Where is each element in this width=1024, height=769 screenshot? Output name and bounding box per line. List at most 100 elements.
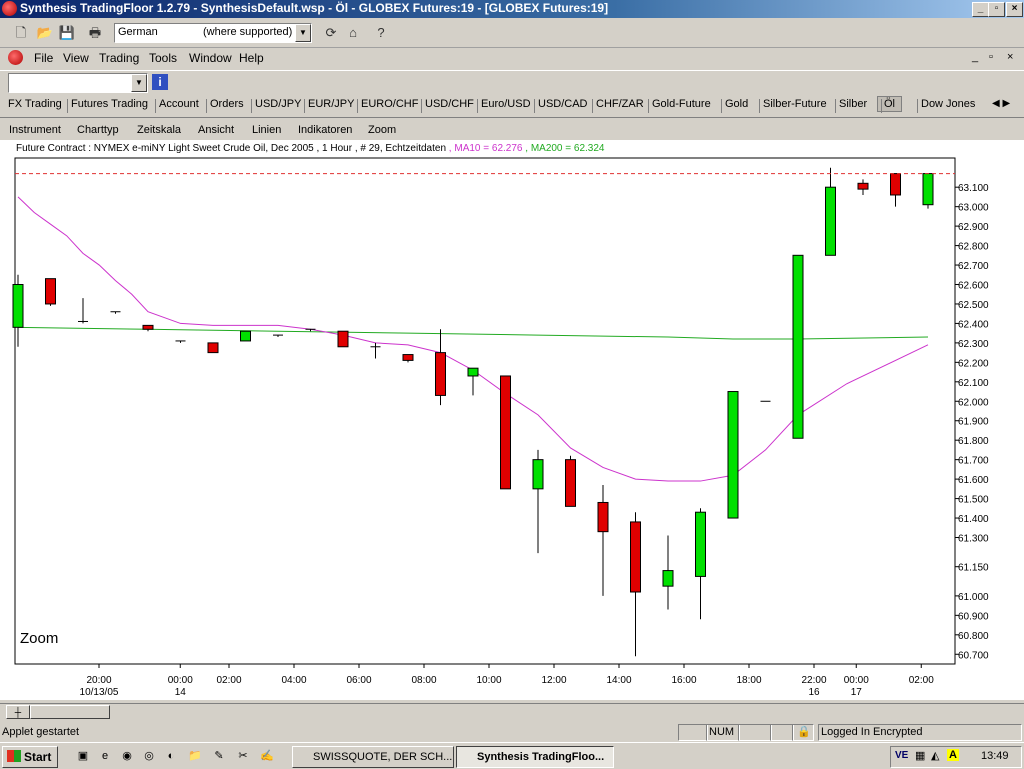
chart-menu-charttyp[interactable]: Charttyp: [77, 124, 119, 136]
candle: [890, 173, 901, 207]
home-icon[interactable]: ⌂: [344, 24, 362, 42]
tab-orders[interactable]: Orders: [210, 98, 244, 110]
info-icon[interactable]: i: [152, 74, 168, 90]
chart-menu-zeitskala[interactable]: Zeitskala: [137, 124, 181, 136]
tab-silber-future[interactable]: Silber-Future: [763, 98, 827, 110]
candle: [337, 330, 349, 348]
open-folder-icon[interactable]: 📂: [36, 24, 54, 42]
close-button[interactable]: ×: [1006, 2, 1023, 17]
chart-menu-ansicht[interactable]: Ansicht: [198, 124, 234, 136]
status-bar: Applet gestartet NUM 🔒 Logged In Encrypt…: [0, 722, 1024, 742]
ve-icon[interactable]: VE: [895, 750, 908, 761]
y-tick-label: 61.300: [958, 534, 989, 545]
mdi-close-button[interactable]: ×: [1007, 51, 1013, 63]
menu-help[interactable]: Help: [239, 51, 264, 65]
tab-usd-jpy[interactable]: USD/JPY: [255, 98, 301, 110]
mdi-minimize-button[interactable]: _: [972, 51, 978, 63]
desktop-icon[interactable]: ▣: [76, 749, 90, 763]
task-swissquote-label: SWISSQUOTE, DER SCH...: [313, 751, 453, 763]
tab-dow-jones[interactable]: Dow Jones: [921, 98, 975, 110]
task-synthesis[interactable]: Synthesis TradingFloo...: [456, 746, 614, 768]
y-tick-label: 62.400: [958, 319, 989, 330]
browser-icon[interactable]: e: [98, 749, 112, 763]
minimize-button[interactable]: _: [972, 2, 989, 17]
tools-icon[interactable]: ✂: [236, 749, 250, 763]
symbol-select[interactable]: ▼: [8, 73, 148, 93]
x-tick-label: 02:00: [216, 675, 241, 686]
network-icon[interactable]: ◐: [164, 749, 178, 763]
y-tick-label: 62.300: [958, 339, 989, 350]
tab-silber[interactable]: Silber: [839, 98, 867, 110]
tab-euro-chf[interactable]: EURO/CHF: [361, 98, 418, 110]
print-icon[interactable]: 🖶: [86, 24, 104, 42]
chevron-down-icon[interactable]: ▼: [295, 24, 311, 42]
refresh-icon[interactable]: ⟳: [322, 24, 340, 42]
tab-gold-future[interactable]: Gold-Future: [652, 98, 711, 110]
candle: [207, 342, 219, 354]
candle-body: [922, 173, 934, 206]
player-icon[interactable]: ◎: [142, 749, 156, 763]
task-swissquote[interactable]: SWISSQUOTE, DER SCH...: [292, 746, 454, 768]
tab-separator: [881, 99, 882, 113]
menu-view[interactable]: View: [63, 51, 89, 65]
candle: [240, 330, 251, 342]
menu-tools[interactable]: Tools: [149, 51, 177, 65]
edit-icon[interactable]: ✍: [260, 749, 274, 763]
y-tick-label: 61.000: [958, 592, 989, 603]
status-text: Applet gestartet: [2, 726, 80, 738]
tab-separator: [251, 99, 252, 113]
alert-icon[interactable]: A: [947, 749, 959, 761]
maximize-button[interactable]: ▫: [988, 2, 1005, 17]
menu-file[interactable]: File: [34, 51, 53, 65]
menu-trading[interactable]: Trading: [99, 51, 139, 65]
x-tick-label: 02:00: [909, 675, 934, 686]
chart-menu-indikatoren[interactable]: Indikatoren: [298, 124, 352, 136]
x-tick-label: 04:00: [281, 675, 306, 686]
paint-icon[interactable]: ✎: [212, 749, 226, 763]
chart-menu-zoom[interactable]: Zoom: [368, 124, 396, 136]
help-icon[interactable]: ?: [372, 24, 390, 42]
save-icon[interactable]: 💾: [58, 24, 76, 42]
tab-usd-chf[interactable]: USD/CHF: [425, 98, 474, 110]
tab-eur-jpy[interactable]: EUR/JPY: [308, 98, 354, 110]
scroll-thumb[interactable]: [30, 705, 110, 719]
chart-scrollbar[interactable]: ┼: [0, 703, 1024, 720]
candle-body: [12, 284, 24, 328]
candle: [402, 354, 414, 363]
y-tick-label: 61.900: [958, 417, 989, 428]
candle-body: [727, 391, 739, 519]
tab-separator: [477, 99, 478, 113]
new-file-icon[interactable]: 🗋: [12, 24, 30, 42]
tab-scroll-arrows[interactable]: ◀ ▶: [992, 98, 1010, 109]
chart-menu-instrument[interactable]: Instrument: [9, 124, 61, 136]
candle: [565, 455, 576, 507]
tab-futures-trading[interactable]: Futures Trading: [71, 98, 148, 110]
y-tick-label: 62.900: [958, 222, 989, 233]
candlestick-chart[interactable]: 63.100 63.000 62.900 62.800 62.700 62.600 62.5…: [0, 140, 1024, 700]
tab-chf-zar[interactable]: CHF/ZAR: [596, 98, 644, 110]
tab-separator: [67, 99, 68, 113]
splitter-handle[interactable]: ┼: [6, 705, 30, 719]
y-tick-label: 61.700: [958, 456, 989, 467]
tab-fx-trading[interactable]: FX Trading: [8, 98, 62, 110]
chevron-down-icon[interactable]: ▼: [131, 74, 147, 92]
menu-window[interactable]: Window: [189, 51, 232, 65]
start-button[interactable]: Start: [2, 746, 58, 768]
tab-account[interactable]: Account: [159, 98, 199, 110]
tab-euro-usd[interactable]: Euro/USD: [481, 98, 531, 110]
monitor-icon[interactable]: ▦: [915, 749, 925, 762]
folder-icon[interactable]: 📁: [188, 749, 202, 763]
chart-menu-linien[interactable]: Linien: [252, 124, 281, 136]
tab-usd-cad[interactable]: USD/CAD: [538, 98, 588, 110]
x-tick-sublabel: 16: [808, 687, 820, 698]
tab-separator: [155, 99, 156, 113]
language-select[interactable]: German (where supported) ▼: [114, 23, 312, 43]
media-icon[interactable]: ◉: [120, 749, 134, 763]
candle-body: [662, 570, 674, 587]
tab-gold[interactable]: Gold: [725, 98, 748, 110]
lock-icon: 🔒: [792, 724, 814, 741]
candle: [435, 329, 446, 406]
speaker-icon[interactable]: ◭: [931, 749, 939, 762]
chart-area[interactable]: Future Contract : NYMEX e-miNY Light Swe…: [0, 140, 1024, 700]
mdi-restore-button[interactable]: ▫: [989, 51, 993, 63]
